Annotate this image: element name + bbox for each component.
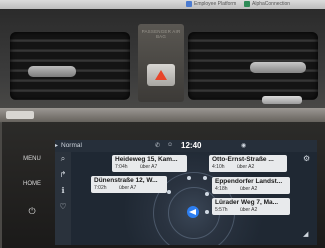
destination-marker — [205, 210, 209, 214]
phone-icon: ✆ — [155, 143, 161, 149]
clock: 12:40 — [181, 141, 202, 150]
power-knob-icon[interactable]: ⏻ — [12, 206, 52, 217]
corner-menu-icon[interactable]: ◢ — [303, 230, 313, 240]
destination-card-2[interactable]: Otto-Ernst-Straße ... 4:10h über A2 — [209, 155, 287, 172]
settings-small-icon: ◉ — [241, 143, 247, 149]
destination-name: Otto-Ernst-Straße ... — [212, 156, 274, 163]
destination-route: über A7 — [119, 185, 137, 191]
navigation-screen: ▸ Normal ✆ ☺ 12:40 ◉ Heideweg 15, Kam...… — [55, 140, 317, 245]
destination-route: über A7 — [140, 164, 158, 170]
dashboard-trim — [0, 108, 325, 122]
destination-duration: 7:02h — [94, 185, 107, 191]
tab-favicon-icon — [244, 1, 250, 7]
destination-name: Lürader Weg 7, Ma... — [215, 199, 279, 206]
destination-duration: 5:57h — [215, 207, 228, 213]
destination-name: Heideweg 15, Kam... — [115, 156, 178, 163]
destination-marker — [203, 176, 207, 180]
destination-name: Eppendorfer Landst... — [215, 178, 283, 185]
destination-card-5[interactable]: Lürader Weg 7, Ma... 5:57h über A2 — [212, 198, 290, 215]
browser-tab-1[interactable]: Employee Platform — [194, 1, 236, 7]
destination-card-4[interactable]: Eppendorfer Landst... 4:18h über A2 — [212, 177, 290, 194]
navigation-arrow-icon — [189, 209, 196, 215]
destination-duration: 4:10h — [212, 164, 225, 170]
gear-icon[interactable]: ⚙ — [303, 154, 310, 163]
person-icon: ☺ — [167, 142, 174, 148]
nav-mode-icon: ▸ — [55, 143, 59, 149]
destination-card-1[interactable]: Heideweg 15, Kam... 7:04h über A7 — [112, 155, 187, 172]
left-vent-slider[interactable] — [28, 66, 76, 77]
airbag-label: PASSENGER AIR BAG — [141, 29, 181, 39]
home-button[interactable]: HOME — [12, 181, 52, 187]
tab-favicon-icon — [186, 1, 192, 7]
destination-card-3[interactable]: Dünenstraße 12, W... 7:02h über A7 — [91, 176, 167, 193]
destination-duration: 7:04h — [115, 164, 128, 170]
mode-label[interactable]: Normal — [61, 142, 82, 149]
menu-button[interactable]: MENU — [12, 156, 52, 162]
search-icon[interactable]: ⌕ — [58, 154, 68, 164]
destination-route: über A2 — [240, 186, 258, 192]
trim-button-left[interactable] — [6, 111, 34, 119]
destination-route: über A2 — [237, 164, 255, 170]
destination-marker — [205, 192, 209, 196]
hazard-triangle-icon — [155, 70, 167, 80]
trim-button-right[interactable] — [262, 96, 302, 104]
map-side-toolbar: ⌕ ↱ ℹ ♡ — [55, 152, 71, 245]
route-icon[interactable]: ↱ — [58, 170, 68, 180]
destination-marker — [167, 190, 171, 194]
destination-marker — [187, 176, 191, 180]
destination-duration: 4:18h — [215, 186, 228, 192]
destination-route: über A2 — [240, 207, 258, 213]
browser-tab-strip: Employee Platform AlphaConnection — [0, 0, 325, 9]
current-position-marker — [187, 206, 199, 218]
map-view[interactable]: Heideweg 15, Kam... 7:04h über A7 Otto-E… — [55, 152, 317, 245]
heart-icon[interactable]: ♡ — [58, 202, 68, 212]
status-bar: ▸ Normal ✆ ☺ 12:40 ◉ — [55, 140, 317, 152]
hazard-button[interactable] — [147, 64, 175, 86]
browser-tab-2[interactable]: AlphaConnection — [252, 1, 290, 7]
info-icon[interactable]: ℹ — [58, 186, 68, 196]
destination-name: Dünenstraße 12, W... — [94, 177, 158, 184]
right-vent-slider[interactable] — [250, 62, 306, 73]
